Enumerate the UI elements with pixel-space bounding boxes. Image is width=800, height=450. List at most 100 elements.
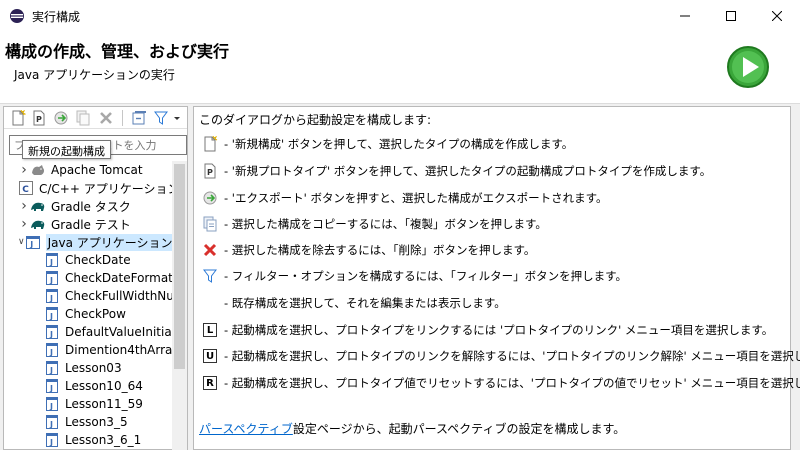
svg-text:J: J	[49, 438, 53, 447]
export-icon[interactable]	[53, 110, 69, 126]
tree-scrollbar[interactable]	[172, 161, 187, 450]
tree-item-config[interactable]: J CheckDate	[4, 251, 174, 269]
tree-item-config-type[interactable]: › Gradle タスク	[4, 197, 174, 215]
new-config-icon[interactable]	[10, 110, 26, 126]
eclipse-icon	[10, 9, 24, 23]
configuration-list-pane: P 新規の起動構成 ›Apache TomcatCC/C++ アプリケーション›…	[3, 106, 188, 450]
tree-item-config[interactable]: J DefaultValueInitialization	[4, 323, 174, 341]
window-title: 実行構成	[32, 10, 81, 24]
filter-icon[interactable]	[153, 110, 169, 126]
tree-item-label: Java アプリケーション	[45, 233, 174, 251]
help-item: - '新規構成' ボタンを押して、選択したタイプの構成を作成します。	[202, 135, 573, 153]
help-item: - フィルター・オプションを構成するには、「フィルター」ボタンを押します。	[202, 267, 627, 285]
close-button[interactable]	[754, 0, 800, 31]
perspective-link[interactable]: パースペクティブ	[199, 422, 293, 436]
svg-text:J: J	[49, 312, 53, 321]
tree-item-config-type[interactable]: › Apache Tomcat	[4, 161, 174, 179]
filter-icon	[202, 268, 218, 284]
maximize-button[interactable]	[708, 0, 754, 31]
tree-item-config-type[interactable]: › Gradle テスト	[4, 215, 174, 233]
tree-item-label: CheckPow	[65, 307, 126, 321]
help-item: - 選択した構成を除去するには、「削除」ボタンを押します。	[202, 241, 535, 259]
chevron-right-icon[interactable]: ›	[18, 198, 30, 214]
reset-prototype-icon: R	[202, 375, 218, 391]
c-app-icon: C	[18, 180, 34, 196]
help-item-text: - 起動構成を選択し、プロトタイプをリンクするには 'プロトタイプのリンク' メ…	[224, 323, 774, 337]
svg-text:J: J	[49, 384, 53, 393]
tree-item-label: Dimention4thArray	[65, 343, 174, 357]
help-item-text: - 起動構成を選択し、プロトタイプのリンクを解除するには、'プロトタイプのリンク…	[224, 349, 800, 363]
new-prototype-icon: P	[202, 163, 218, 179]
duplicate-icon[interactable]	[75, 110, 91, 126]
tree-item-config[interactable]: J Lesson03	[4, 359, 174, 377]
help-item: - 選択した構成をコピーするには、「複製」ボタンを押します。	[202, 215, 547, 233]
java-file-icon: J	[44, 270, 60, 286]
tree-item-config[interactable]: J CheckFullWidthNumber	[4, 287, 174, 305]
tree-item-label: Lesson3_6_1	[65, 433, 142, 447]
tree-item-label: Lesson03	[65, 361, 122, 375]
new-prototype-icon[interactable]: P	[31, 110, 47, 126]
chevron-down-icon[interactable]: ∨	[18, 237, 25, 247]
java-file-icon: J	[44, 432, 60, 448]
help-item-text: - 選択した構成をコピーするには、「複製」ボタンを押します。	[224, 217, 547, 231]
tree-item-label: Lesson3_5	[65, 415, 128, 429]
svg-text:J: J	[49, 276, 53, 285]
chevron-down-icon[interactable]	[172, 110, 182, 126]
unlink-prototype-icon: U	[202, 348, 218, 364]
tree-item-label: Lesson11_59	[65, 397, 143, 411]
tree-item-config-type[interactable]: C C/C++ アプリケーション	[4, 179, 174, 197]
tree-item-label: CheckDateFormat	[65, 271, 173, 285]
tooltip: 新規の起動構成	[22, 140, 111, 159]
tomcat-icon	[30, 162, 46, 178]
help-item: P - '新規プロトタイプ' ボタンを押して、選択したタイプの起動構成プロトタイプ…	[202, 162, 711, 180]
export-icon	[202, 190, 218, 206]
minimize-icon	[680, 15, 690, 16]
tree-item-label: C/C++ アプリケーション	[39, 181, 174, 196]
delete-icon[interactable]	[98, 110, 114, 126]
delete-icon	[202, 242, 218, 258]
svg-text:J: J	[49, 348, 53, 357]
new-config-icon	[202, 136, 218, 152]
chevron-right-icon[interactable]: ›	[18, 216, 30, 232]
gradle-icon	[30, 216, 46, 232]
chevron-right-icon[interactable]: ›	[18, 162, 30, 178]
help-item-text: - 'エクスポート' ボタンを押すと、選択した構成がエクスポートされます。	[224, 191, 608, 205]
help-item-text: - 既存構成を選択して、それを編集または表示します。	[224, 296, 506, 310]
configuration-tree: › Apache Tomcat C C/C++ アプリケーション › Gradle タスク…	[4, 161, 174, 450]
svg-text:J: J	[49, 420, 53, 429]
java-file-icon: J	[44, 378, 60, 394]
tree-item-config[interactable]: J CheckDateFormat	[4, 269, 174, 287]
svg-text:J: J	[29, 240, 33, 249]
help-item: R - 起動構成を選択し、プロトタイプ値でリセットするには、'プロトタイプの値でリ…	[202, 374, 800, 392]
help-item-text: - '新規プロトタイプ' ボタンを押して、選択したタイプの起動構成プロトタイプを…	[224, 164, 712, 178]
svg-text:J: J	[49, 258, 53, 267]
tree-item-config[interactable]: J Lesson10_64	[4, 377, 174, 395]
help-item: - 'エクスポート' ボタンを押すと、選択した構成がエクスポートされます。	[202, 189, 607, 207]
page-title: 構成の作成、管理、および実行	[5, 42, 230, 61]
dialog-header: 構成の作成、管理、および実行 Java アプリケーションの実行	[0, 31, 800, 104]
help-item-text: - '新規構成' ボタンを押して、選択したタイプの構成を作成します。	[224, 137, 574, 151]
tree-item-config[interactable]: J Dimention4thArray	[4, 341, 174, 359]
tree-item-config[interactable]: J Lesson3_5	[4, 413, 174, 431]
java-file-icon: J	[44, 414, 60, 430]
minimize-button[interactable]	[662, 0, 708, 31]
collapse-all-icon[interactable]	[131, 110, 147, 126]
tree-item-config-type[interactable]: ∨ J Java アプリケーション	[4, 233, 174, 251]
tree-item-label: Apache Tomcat	[51, 163, 143, 177]
help-footer-text: 設定ページから、起動パースペクティブの設定を構成します。	[292, 422, 626, 436]
scrollbar-thumb[interactable]	[174, 164, 185, 369]
tree-item-config[interactable]: J Lesson3_6_1	[4, 431, 174, 449]
svg-text:P: P	[207, 168, 213, 177]
close-icon	[772, 10, 782, 21]
tree-item-label: CheckFullWidthNumber	[65, 289, 174, 303]
svg-text:J: J	[49, 366, 53, 375]
tree-item-config[interactable]: J Lesson11_59	[4, 395, 174, 413]
page-subtitle: Java アプリケーションの実行	[14, 68, 175, 82]
svg-text:J: J	[49, 402, 53, 411]
tree-item-config[interactable]: J CheckPow	[4, 305, 174, 323]
tree-item-label: DefaultValueInitialization	[65, 325, 174, 339]
help-item-text: - フィルター・オプションを構成するには、「フィルター」ボタンを押します。	[224, 269, 627, 283]
title-bar: 実行構成	[0, 0, 800, 31]
java-file-icon: J	[44, 306, 60, 322]
java-file-icon: J	[44, 324, 60, 340]
